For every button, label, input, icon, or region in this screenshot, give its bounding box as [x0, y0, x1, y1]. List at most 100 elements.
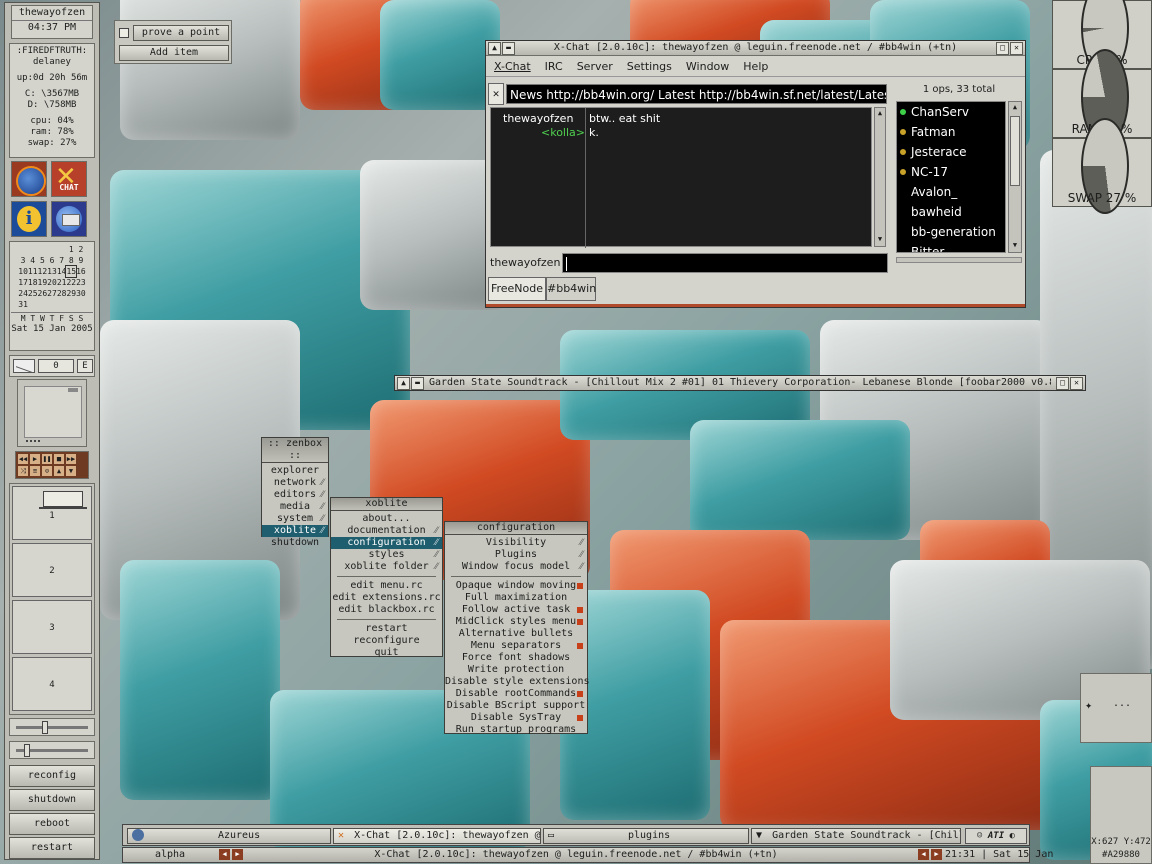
next-workspace-icon[interactable]: ▶	[232, 849, 243, 860]
xoblite-menu-item[interactable]: reconfigure	[331, 635, 442, 647]
foobar-maximize-icon[interactable]: □	[1056, 377, 1069, 390]
calendar-day[interactable]: 25	[28, 288, 38, 299]
slider-2-handle[interactable]	[24, 744, 30, 757]
maximize-icon[interactable]: □	[996, 42, 1009, 55]
calendar-day[interactable]: 4	[28, 255, 38, 266]
pause-icon[interactable]: ❚❚	[42, 454, 52, 464]
pager-glyph[interactable]: ✦	[1085, 698, 1092, 712]
next-icon[interactable]: ▶▶	[66, 454, 76, 464]
workspace-1[interactable]: 1	[12, 486, 92, 540]
menu-xchat[interactable]: X-Chat	[494, 60, 531, 73]
calendar-day[interactable]: 15	[65, 265, 78, 278]
user-list-item[interactable]: bb-generation	[897, 222, 1005, 242]
userlist-hscroll[interactable]	[896, 257, 1022, 263]
zenbox-menu-item[interactable]: system ⁄⁄	[262, 513, 328, 525]
shade-icon[interactable]: ▲	[488, 42, 501, 55]
calendar-day[interactable]: 19	[38, 277, 48, 288]
workspace-4[interactable]: 4	[12, 657, 92, 711]
shuffle-icon[interactable]: ⤨	[18, 466, 28, 476]
calendar-day[interactable]: 14	[57, 266, 67, 277]
calendar-day[interactable]: 1	[66, 244, 76, 255]
calendar-day[interactable]: 24	[18, 288, 28, 299]
slider-1-handle[interactable]	[42, 721, 48, 734]
calendar-day[interactable]: 11	[28, 266, 38, 277]
foobar-window[interactable]: ▲ ▬ Garden State Soundtrack - [Chillout …	[394, 375, 1086, 391]
next-window-icon[interactable]: ▶	[931, 849, 942, 860]
menu-irc[interactable]: IRC	[545, 60, 563, 73]
chat-icon[interactable]: ✕ CHAT	[51, 161, 87, 197]
calendar-day[interactable]: 9	[76, 255, 86, 266]
play-icon[interactable]: ▶	[30, 454, 40, 464]
topic-close-icon[interactable]: ✕	[488, 83, 504, 105]
zenbox-menu-item[interactable]: media ⁄⁄	[262, 501, 328, 513]
repeat-icon[interactable]: ⊙	[42, 466, 52, 476]
calendar-day[interactable]: 27	[47, 288, 57, 299]
info-icon[interactable]: i	[11, 201, 47, 237]
mail-icon[interactable]	[13, 358, 35, 373]
task-plugins[interactable]: ▭ plugins	[543, 828, 749, 844]
config-option-item[interactable]: Force font shadows	[445, 652, 587, 664]
xoblite-menu-item[interactable]: configuration ⁄⁄	[331, 537, 442, 549]
calendar-day[interactable]: 26	[38, 288, 48, 299]
calendar-day[interactable]: 16	[76, 266, 86, 277]
calendar-day[interactable]: 5	[38, 255, 48, 266]
calendar-day[interactable]: 10	[18, 266, 28, 277]
foobar-close-icon[interactable]: ✕	[1070, 377, 1083, 390]
xoblite-menu-item[interactable]: about...	[331, 513, 442, 525]
xoblite-menu-item[interactable]: xoblite folder ⁄⁄	[331, 561, 442, 573]
config-submenu-item[interactable]: Window focus model ⁄⁄	[445, 561, 587, 573]
task-azureus[interactable]: Azureus	[127, 828, 331, 844]
calendar-day[interactable]: 12	[38, 266, 48, 277]
workspace-3[interactable]: 3	[12, 600, 92, 654]
reconfig-button[interactable]: reconfig	[9, 765, 95, 787]
calendar-day[interactable]: 2	[76, 244, 86, 255]
zenbox-menu-item[interactable]: shutdown	[262, 537, 328, 549]
stop-icon[interactable]: ■	[54, 454, 64, 464]
add-item-button[interactable]: Add item	[119, 45, 229, 61]
menu-settings[interactable]: Settings	[627, 60, 672, 73]
workspace-label[interactable]: alpha	[127, 848, 213, 862]
calendar-day[interactable]: 17	[18, 277, 28, 288]
config-option-item[interactable]: Write protection	[445, 664, 587, 676]
menu-window[interactable]: Window	[686, 60, 729, 73]
calendar-day[interactable]: 29	[66, 288, 76, 299]
config-option-item[interactable]: Disable SysTray	[445, 712, 587, 724]
volume-up-icon[interactable]: ▲	[54, 466, 64, 476]
chat-log[interactable]: thewayofzen btw.. eat shit <kolla> k.	[490, 107, 872, 248]
topic-field[interactable]: News http://bb4win.org/ Latest http://bb…	[506, 84, 887, 104]
config-option-item[interactable]: Menu separators	[445, 640, 587, 652]
calendar-day[interactable]: 8	[66, 255, 76, 266]
user-list-item[interactable]: ChanServ	[897, 102, 1005, 122]
calendar-day[interactable]: 28	[57, 288, 67, 299]
prove-a-point-button[interactable]: prove a point	[133, 25, 229, 41]
calendar-day[interactable]: 20	[47, 277, 57, 288]
playlist-icon[interactable]: ≡	[30, 466, 40, 476]
tab-bb4win[interactable]: #bb4win	[546, 277, 596, 301]
workspace-2[interactable]: 2	[12, 543, 92, 597]
xoblite-menu-item[interactable]: restart	[331, 623, 442, 635]
calendar-day[interactable]: 21	[57, 277, 67, 288]
calendar-day[interactable]: 31	[18, 299, 28, 310]
config-option-item[interactable]: Run startup programs	[445, 724, 587, 736]
prev-icon[interactable]: ◀◀	[18, 454, 28, 464]
prev-window-icon[interactable]: ◀	[918, 849, 929, 860]
user-list-item[interactable]: Fatman	[897, 122, 1005, 142]
restart-button[interactable]: restart	[9, 837, 95, 859]
menu-help[interactable]: Help	[743, 60, 768, 73]
slider-2[interactable]	[9, 741, 95, 759]
user-list-item[interactable]: Jesterace	[897, 142, 1005, 162]
tray-icon-3[interactable]: ◐	[1010, 831, 1015, 841]
mail-e-button[interactable]: E	[77, 359, 93, 373]
volume-down-icon[interactable]: ▼	[66, 466, 76, 476]
calendar-day[interactable]: 7	[57, 255, 67, 266]
chat-input[interactable]	[562, 253, 888, 273]
xoblite-menu-item[interactable]: edit extensions.rc	[331, 592, 442, 604]
calendar-day[interactable]: 6	[47, 255, 57, 266]
firefox-icon[interactable]	[11, 161, 47, 197]
user-list-item[interactable]: Bitter	[897, 242, 1005, 252]
nick-label[interactable]: thewayofzen	[490, 253, 560, 273]
task-xchat[interactable]: ✕ X-Chat [2.0.10c]: thewayofzen @ l...	[333, 828, 541, 844]
xoblite-menu-item[interactable]: documentation ⁄⁄	[331, 525, 442, 537]
xoblite-menu-item[interactable]: edit menu.rc	[331, 580, 442, 592]
thunderbird-icon[interactable]	[51, 201, 87, 237]
